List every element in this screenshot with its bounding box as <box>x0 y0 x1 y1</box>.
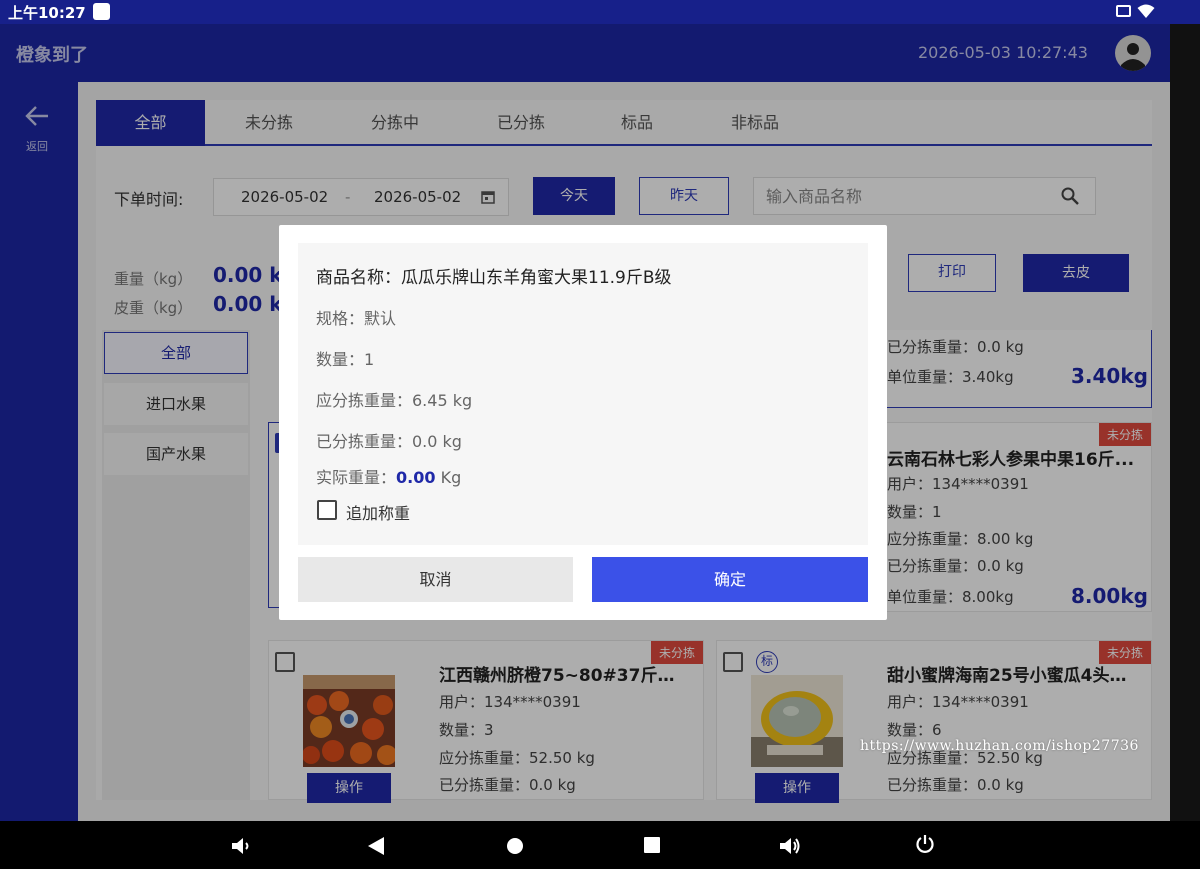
system-nav-bar <box>0 821 1200 869</box>
home-nav-icon[interactable] <box>504 835 526 857</box>
right-edge <box>1170 24 1200 821</box>
weigh-dialog: 商品名称：瓜瓜乐牌山东羊角蜜大果11.9斤B级 规格：默认 数量：1 应分拣重量… <box>279 225 887 620</box>
dialog-target-weight: 应分拣重量：6.45 kg <box>316 391 473 410</box>
status-time: 上午10:27 <box>8 4 86 22</box>
dialog-sorted-weight: 已分拣重量：0.0 kg <box>316 432 462 451</box>
dialog-product-name: 商品名称：瓜瓜乐牌山东羊角蜜大果11.9斤B级 <box>316 268 672 288</box>
power-icon[interactable] <box>914 833 936 855</box>
watermark-text: https://www.huzhan.com/ishop27736 <box>860 738 1139 754</box>
dialog-body: 商品名称：瓜瓜乐牌山东羊角蜜大果11.9斤B级 规格：默认 数量：1 应分拣重量… <box>298 243 868 545</box>
wifi-icon <box>1137 4 1155 18</box>
recents-nav-icon[interactable] <box>642 835 662 855</box>
dialog-actual-weight: 实际重量：0.00 Kg <box>316 464 461 488</box>
add-weigh-label[interactable]: 追加称重 <box>346 500 410 524</box>
notification-icon <box>93 3 110 20</box>
actual-weight-unit: Kg <box>440 468 462 487</box>
dialog-spec: 规格：默认 <box>316 309 397 328</box>
volume-down-icon[interactable] <box>230 835 252 857</box>
cancel-button[interactable]: 取消 <box>298 557 573 602</box>
actual-weight-label: 实际重量： <box>316 468 397 487</box>
status-bar: 上午10:27 <box>0 0 1200 24</box>
back-nav-icon[interactable] <box>366 835 386 857</box>
cast-icon <box>1116 5 1131 17</box>
dialog-quantity: 数量：1 <box>316 350 375 369</box>
confirm-button[interactable]: 确定 <box>592 557 868 602</box>
volume-up-icon[interactable] <box>778 835 802 857</box>
add-weigh-checkbox[interactable] <box>317 500 337 520</box>
actual-weight-value: 0.00 <box>396 468 436 487</box>
